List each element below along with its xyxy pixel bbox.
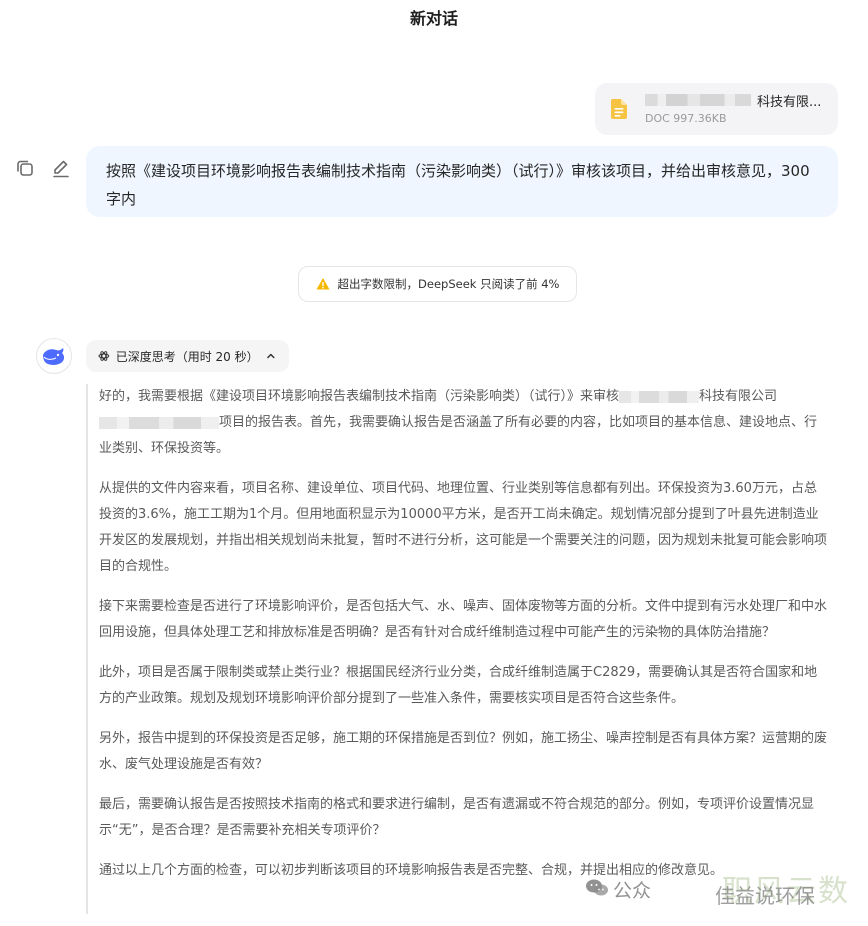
- user-message-actions: [14, 157, 72, 179]
- deep-thinking-toggle[interactable]: 已深度思考（用时 20 秒）: [86, 340, 289, 372]
- thinking-paragraph: 从提供的文件内容来看，项目名称、建设单位、项目代码、地理位置、行业类别等信息都有…: [99, 481, 828, 574]
- assistant-avatar: [36, 338, 72, 374]
- thinking-paragraph: 此外，项目是否属于限制类或禁止类行业？根据国民经济行业分类，合成纤维制造属于C2…: [99, 665, 818, 706]
- attached-file-card[interactable]: 科技有限... DOC 997.36KB: [595, 83, 838, 135]
- edit-icon[interactable]: [50, 157, 72, 179]
- redacted-text: [99, 416, 219, 429]
- copy-icon[interactable]: [14, 157, 36, 179]
- redacted-text: [619, 390, 700, 403]
- thinking-paragraph: 最后，需要确认报告是否按照技术指南的格式和要求进行编制，是否有遗漏或不符合规范的…: [99, 797, 815, 838]
- atom-icon: [98, 351, 110, 361]
- warning-text: 超出字数限制，DeepSeek 只阅读了前 4%: [337, 277, 560, 291]
- doc-file-icon: [611, 99, 627, 119]
- thinking-label: 已深度思考（用时 20 秒）: [115, 349, 259, 364]
- deepseek-whale-icon: [43, 348, 65, 365]
- file-meta: DOC 997.36KB: [645, 112, 727, 125]
- page-title: 新对话: [409, 9, 458, 28]
- word-limit-warning: 超出字数限制，DeepSeek 只阅读了前 4%: [298, 266, 577, 302]
- thinking-paragraph: 另外，报告中提到的环保投资是否足够，施工期的环保措施是否到位？例如，施工扬尘、噪…: [99, 731, 828, 772]
- user-message-bubble: 按照《建设项目环境影响报告表编制技术指南（污染影响类）（试行）》审核该项目，并给…: [86, 146, 838, 217]
- thinking-paragraph: 通过以上几个方面的检查，可以初步判断该项目的环境影响报告表是否完整、合规，并提出…: [99, 863, 724, 878]
- chevron-up-icon: [267, 353, 275, 359]
- thinking-content: 好的，我需要根据《建设项目环境影响报告表编制技术指南（污染影响类）（试行）》来审…: [86, 384, 838, 914]
- thinking-paragraph: 接下来需要检查是否进行了环境影响评价，是否包括大气、水、噪声、固体废物等方面的分…: [99, 599, 828, 640]
- warning-icon: [316, 278, 330, 290]
- redacted-filename: [645, 94, 751, 106]
- file-name: 科技有限...: [757, 95, 822, 110]
- thinking-paragraph: 好的，我需要根据《建设项目环境影响报告表编制技术指南（污染影响类）（试行）》来审…: [99, 389, 818, 456]
